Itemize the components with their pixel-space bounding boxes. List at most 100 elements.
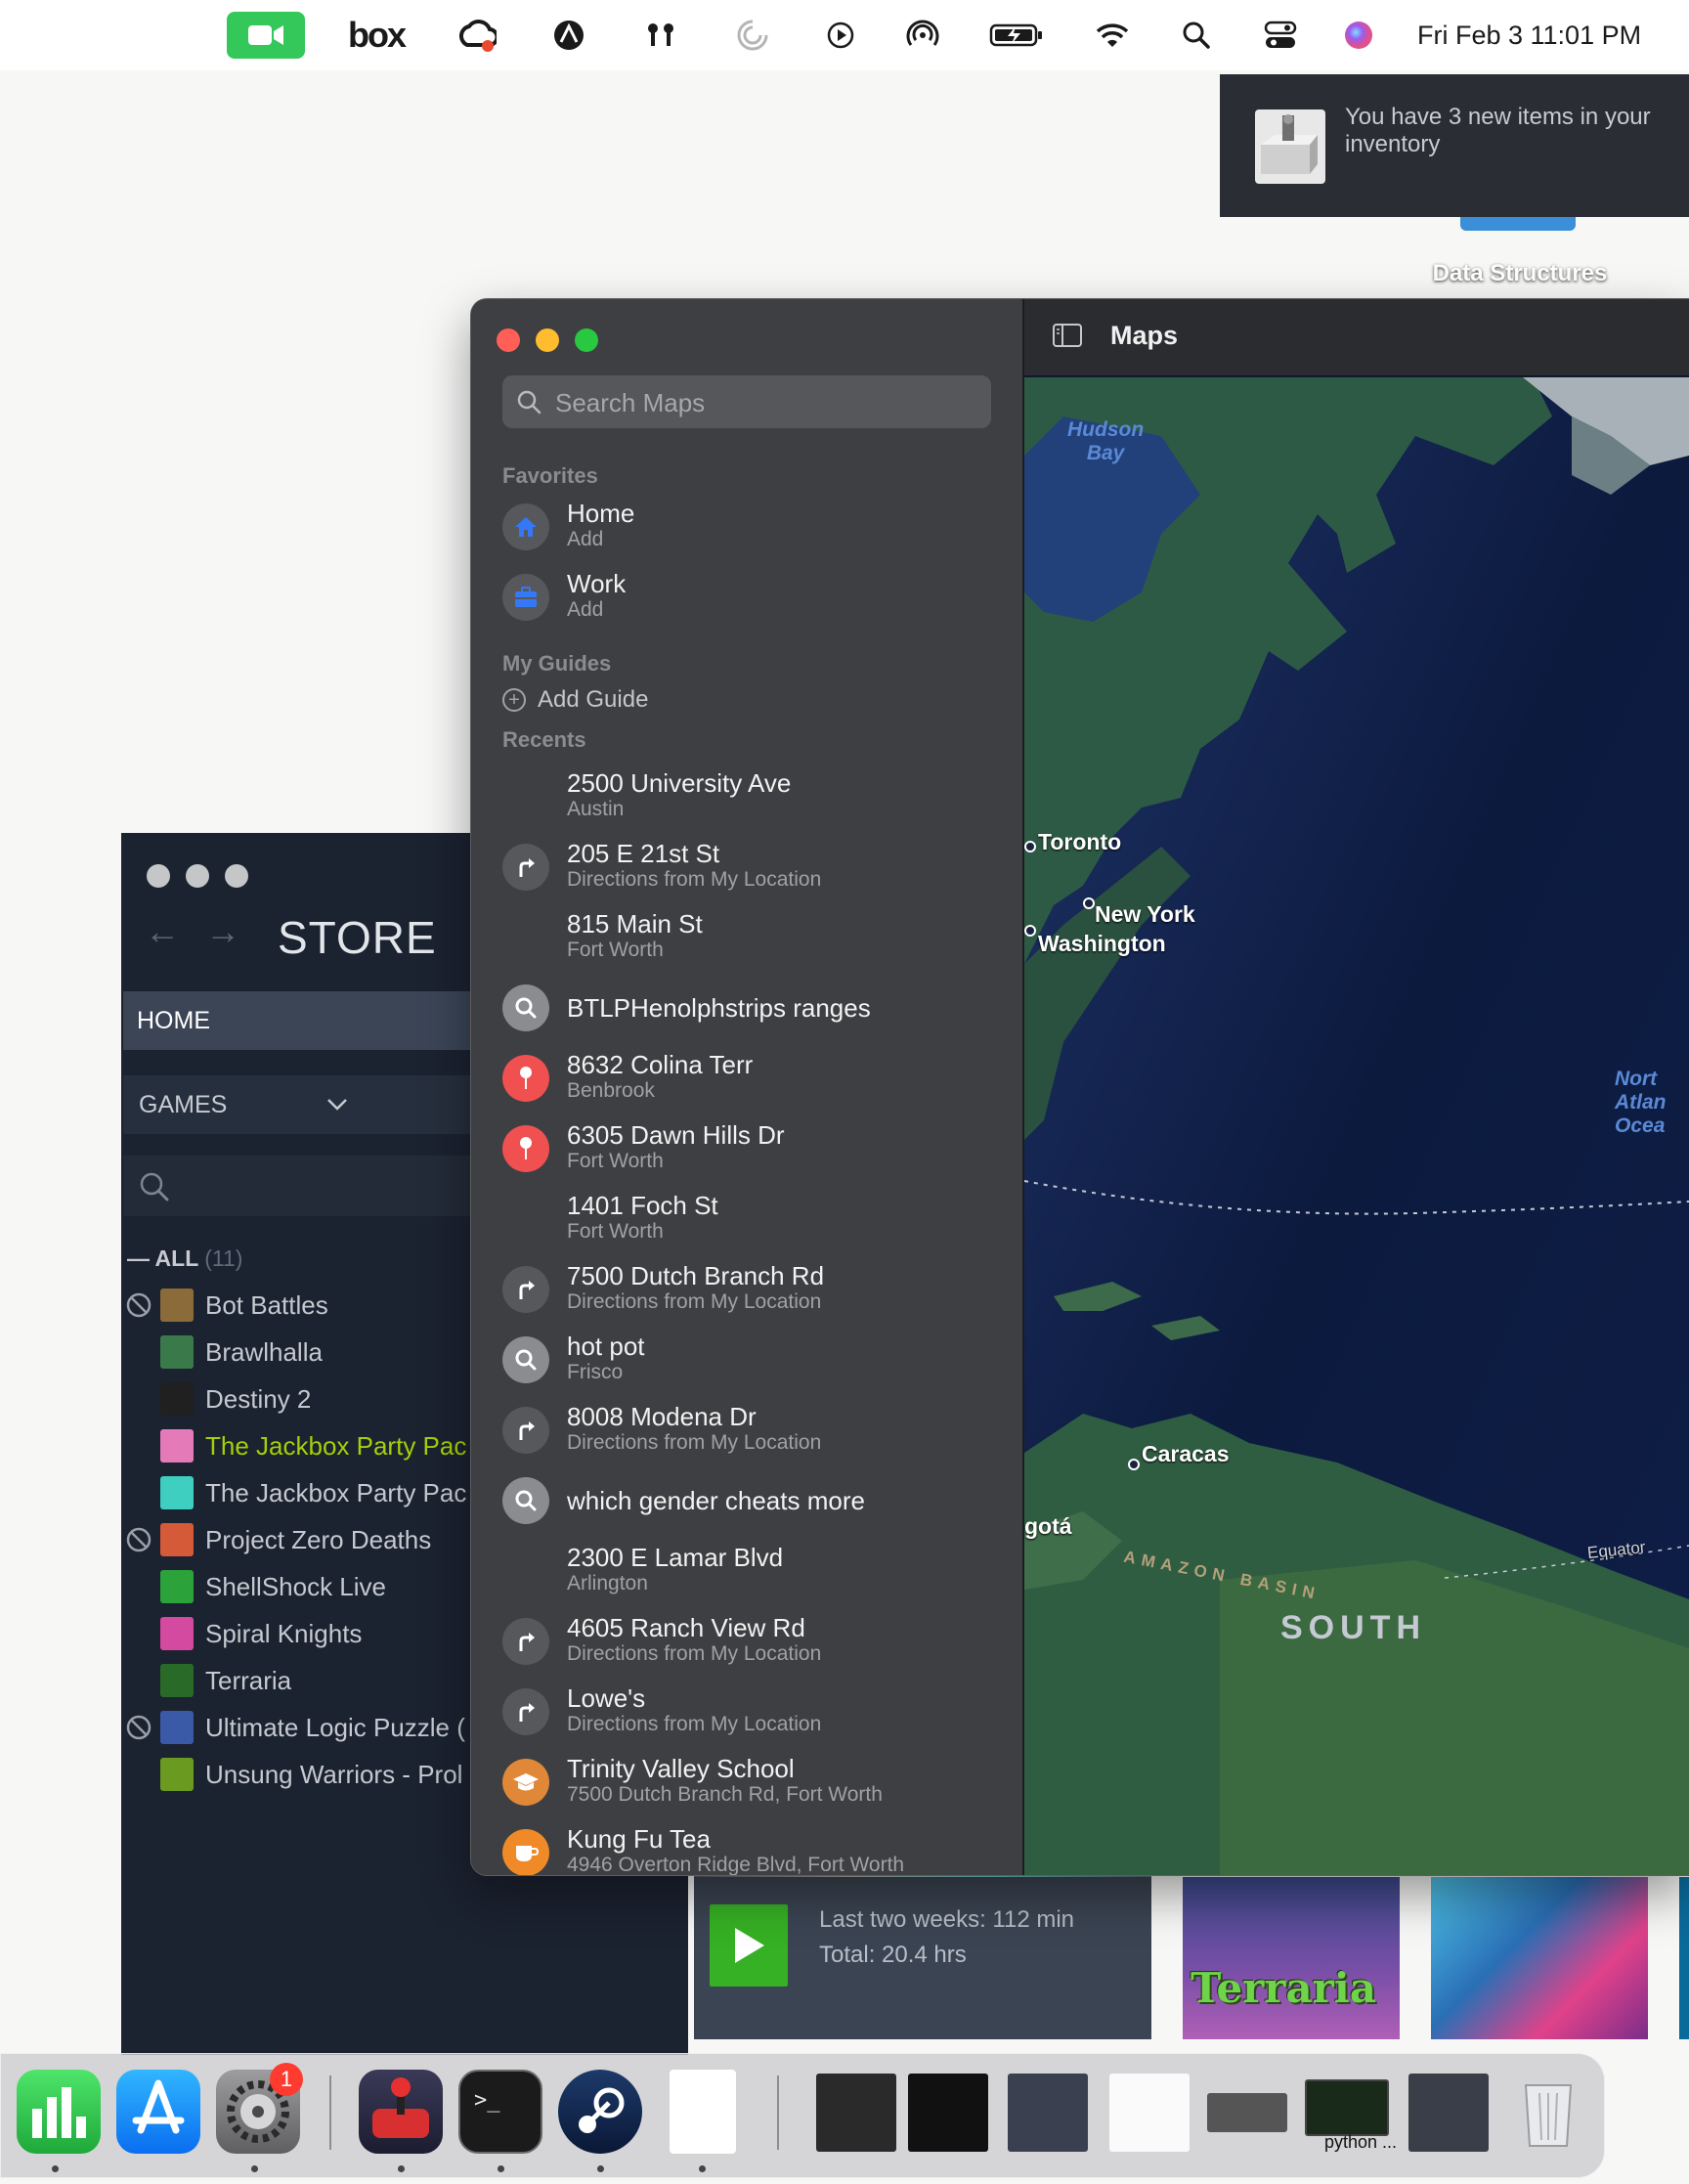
window-thumbnail-game[interactable]	[1207, 2093, 1287, 2132]
maps-window-controls[interactable]	[497, 328, 598, 352]
washington-label[interactable]: Washington	[1038, 931, 1166, 957]
spotlight-search-icon[interactable]	[1177, 14, 1216, 57]
favorite-item[interactable]: Home Add	[502, 493, 991, 561]
facetime-icon[interactable]	[227, 12, 305, 59]
menubar-clock[interactable]: Fri Feb 3 11:01 PM	[1417, 14, 1671, 57]
recent-item[interactable]: Kung Fu Tea 4946 Overton Ridge Blvd, Fort…	[502, 1818, 991, 1875]
recent-item[interactable]: Lowe's Directions from My Location	[502, 1678, 991, 1746]
search-maps-input[interactable]	[553, 375, 977, 430]
recent-item[interactable]: Trinity Valley School 7500 Dutch Branch R…	[502, 1748, 991, 1816]
steam-zoom-button[interactable]	[225, 864, 248, 888]
terminal-icon[interactable]: >_	[458, 2070, 542, 2154]
recent-item[interactable]: 8632 Colina Terr Benbrook	[502, 1044, 991, 1113]
caracas-marker[interactable]	[1128, 1459, 1140, 1470]
document-icon[interactable]	[670, 2070, 736, 2154]
wifi-icon[interactable]	[1093, 14, 1132, 57]
window-thumbnail-notes[interactable]	[816, 2074, 896, 2152]
game-list-item[interactable]: Spiral Knights	[121, 1611, 473, 1656]
recent-item[interactable]: 8008 Modena Dr Directions from My Locatio…	[502, 1396, 991, 1464]
recent-item[interactable]: 4605 Ranch View Rd Directions from My Loc…	[502, 1607, 991, 1676]
games-dropdown[interactable]: GAMES	[123, 1075, 475, 1134]
app-store-icon[interactable]	[116, 2070, 200, 2154]
trash-icon[interactable]	[1506, 2070, 1590, 2154]
recent-item[interactable]: 6305 Dawn Hills Dr Fort Worth	[502, 1114, 991, 1183]
minimize-button[interactable]	[536, 328, 559, 352]
recent-subtitle: Fort Worth	[567, 939, 664, 961]
game-list-item[interactable]: Unsung Warriors - Prol	[121, 1752, 473, 1797]
control-center-icon[interactable]	[1261, 14, 1300, 57]
steam-window-controls[interactable]	[147, 864, 248, 888]
plus-icon: +	[502, 688, 526, 712]
favorite-item[interactable]: Work Add	[502, 563, 991, 632]
add-guide-button[interactable]: + Add Guide	[502, 686, 648, 714]
library-search-input[interactable]	[123, 1156, 475, 1216]
terraria-game-art[interactable]: Terraria	[1183, 1877, 1400, 2039]
window-thumbnail-document[interactable]	[1109, 2074, 1190, 2152]
forward-arrow-icon[interactable]: →	[205, 911, 240, 952]
loader-icon[interactable]	[733, 14, 772, 57]
siri-icon[interactable]	[1339, 14, 1378, 57]
inventory-notification[interactable]: You have 3 new items in your inventory	[1220, 74, 1689, 217]
map-canvas[interactable]: Hudson Bay Toronto New York Washington N…	[1023, 377, 1689, 1875]
battery-charging-icon[interactable]	[987, 14, 1046, 57]
recent-title: 6305 Dawn Hills Dr	[567, 1120, 785, 1150]
recent-item[interactable]: 1401 Foch St Fort Worth	[502, 1185, 991, 1253]
desktop-folder-label[interactable]: Data Structures	[1398, 260, 1642, 287]
creative-cloud-icon[interactable]	[455, 14, 498, 57]
window-thumbnail-launchpad[interactable]	[1408, 2074, 1489, 2152]
window-thumbnail-messages[interactable]	[1008, 2074, 1088, 2152]
recent-item[interactable]: hot pot Frisco	[502, 1326, 991, 1394]
map-view[interactable]: Maps Hudson Bay Toronto New York Washing…	[1023, 299, 1689, 1875]
game-list-item[interactable]: Destiny 2	[121, 1376, 473, 1421]
new-york-label[interactable]: New York	[1095, 901, 1195, 928]
airpods-icon[interactable]	[641, 14, 680, 57]
steam-minimize-button[interactable]	[186, 864, 209, 888]
python-window-label: python ...	[1324, 2132, 1398, 2152]
game-list-item[interactable]: The Jackbox Party Pac	[121, 1423, 473, 1468]
store-tab[interactable]: STORE	[278, 911, 437, 964]
game-list-item[interactable]: Bot Battles	[121, 1283, 473, 1328]
close-button[interactable]	[497, 328, 520, 352]
recent-item[interactable]: BTLPHenolphstrips ranges	[502, 974, 991, 1042]
all-games-header[interactable]: — ALL (11)	[127, 1245, 242, 1272]
search-maps-field[interactable]	[502, 375, 991, 430]
recent-item[interactable]: 815 Main St Fort Worth	[502, 903, 991, 972]
monitor-icon[interactable]	[549, 14, 588, 57]
toronto-label[interactable]: Toronto	[1038, 829, 1121, 855]
bogota-label[interactable]: gotá	[1024, 1513, 1072, 1540]
toronto-marker[interactable]	[1024, 841, 1036, 852]
zoom-button[interactable]	[575, 328, 598, 352]
game-list-item[interactable]: Brawlhalla	[121, 1330, 473, 1375]
sidebar-toggle-icon[interactable]	[1052, 323, 1083, 353]
chevron-down-icon	[326, 1075, 348, 1134]
steam-icon[interactable]	[558, 2070, 642, 2154]
recent-item[interactable]: 205 E 21st St Directions from My Location	[502, 833, 991, 901]
steam-close-button[interactable]	[147, 864, 170, 888]
game-art-tile[interactable]	[1431, 1877, 1648, 2039]
game-icon	[160, 1570, 194, 1603]
recent-item[interactable]: 2500 University Ave Austin	[502, 763, 991, 831]
back-arrow-icon[interactable]: ←	[145, 911, 180, 952]
home-button[interactable]: HOME	[123, 991, 475, 1050]
box-icon[interactable]: box	[347, 14, 407, 57]
game-art-tile-edge[interactable]	[1679, 1877, 1689, 2039]
game-list-item[interactable]: ShellShock Live	[121, 1564, 473, 1609]
running-indicator	[597, 2165, 604, 2172]
play-icon[interactable]	[821, 14, 860, 57]
game-list-item[interactable]: Terraria	[121, 1658, 473, 1703]
game-list-item[interactable]: Ultimate Logic Puzzle (	[121, 1705, 473, 1750]
game-list-item[interactable]: The Jackbox Party Pac	[121, 1470, 473, 1515]
game-list-item[interactable]: Project Zero Deaths	[121, 1517, 473, 1562]
joystick-app-icon[interactable]	[359, 2070, 443, 2154]
caracas-label[interactable]: Caracas	[1142, 1441, 1230, 1467]
numbers-icon[interactable]	[17, 2070, 101, 2154]
new-york-marker[interactable]	[1083, 897, 1095, 909]
window-thumbnail-python[interactable]	[1305, 2079, 1389, 2136]
window-thumbnail-chrome[interactable]	[908, 2074, 988, 2152]
recent-item[interactable]: 7500 Dutch Branch Rd Directions from My L…	[502, 1255, 991, 1324]
washington-marker[interactable]	[1024, 925, 1036, 937]
recent-item[interactable]: which gender cheats more	[502, 1466, 991, 1535]
airdrop-icon[interactable]	[903, 14, 942, 57]
recent-item[interactable]: 2300 E Lamar Blvd Arlington	[502, 1537, 991, 1605]
play-button[interactable]	[710, 1904, 788, 1987]
